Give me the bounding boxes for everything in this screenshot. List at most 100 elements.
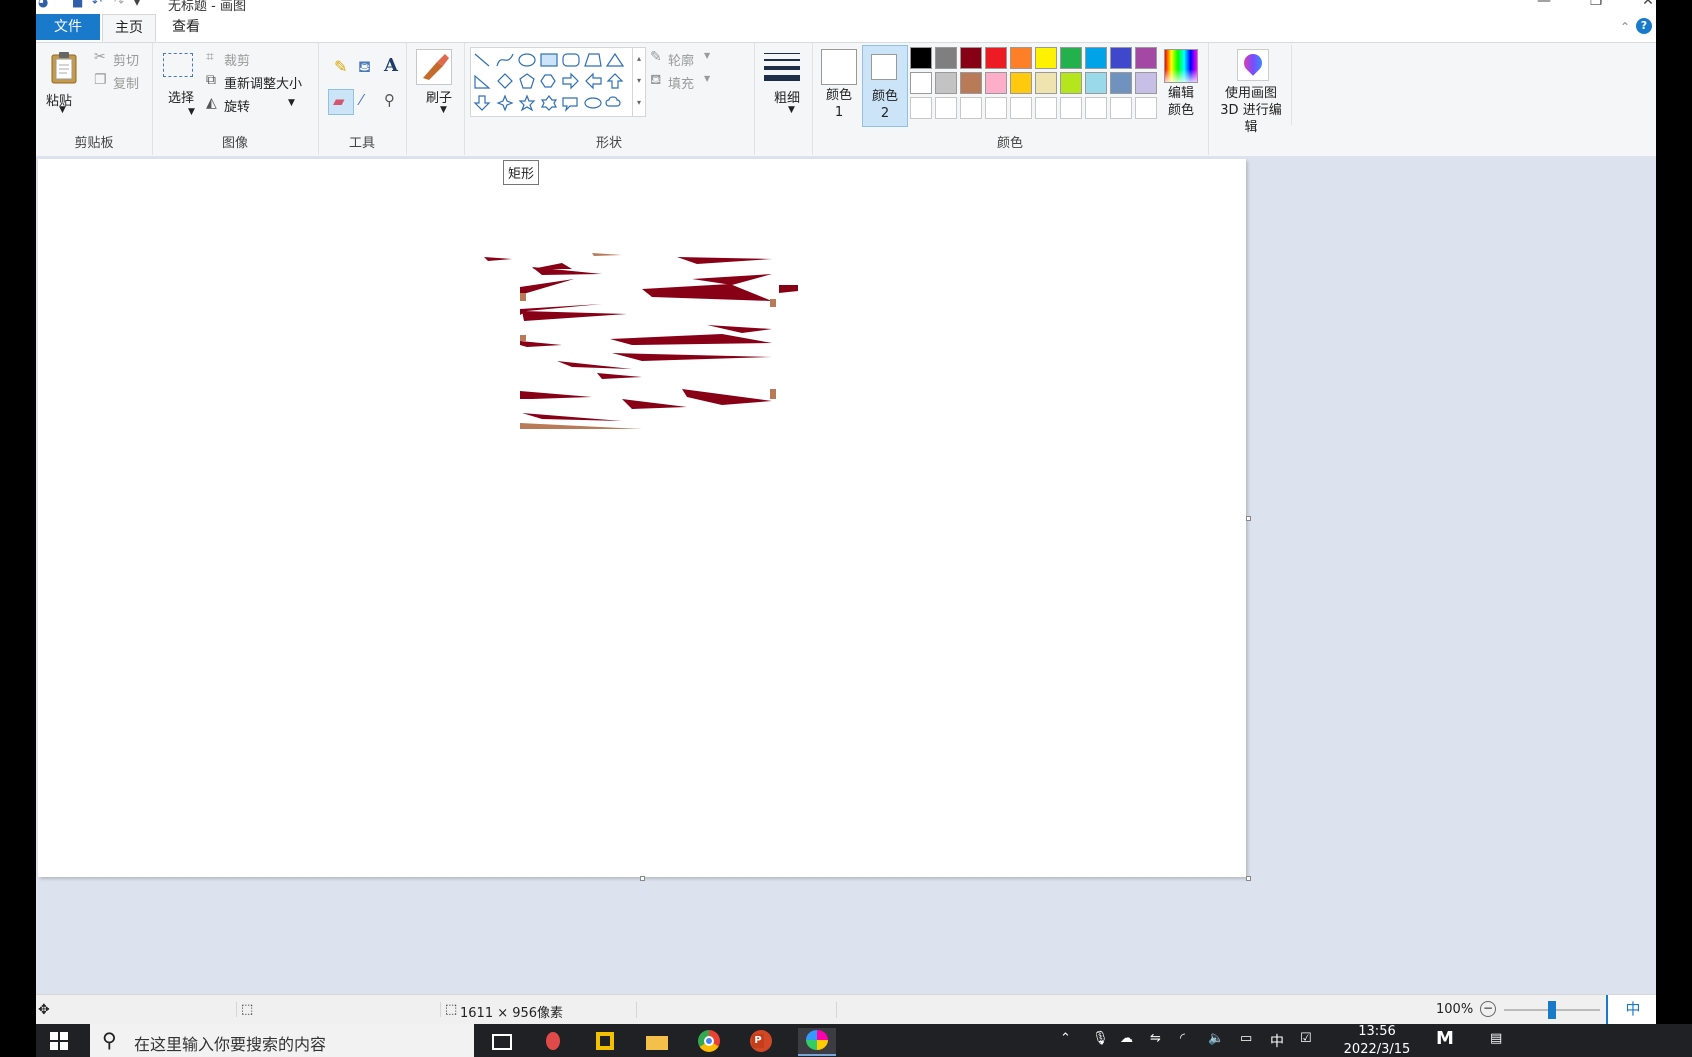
zoom-slider-thumb[interactable]: [1548, 1001, 1556, 1019]
onedrive-icon[interactable]: ☁: [1120, 1031, 1133, 1046]
resize-button[interactable]: 重新调整大小: [224, 73, 302, 92]
custom-color-slot[interactable]: [1085, 97, 1107, 119]
palette-swatch[interactable]: [1060, 72, 1082, 94]
app-logo-icon[interactable]: M: [1436, 1028, 1454, 1049]
palette-swatch[interactable]: [935, 47, 957, 69]
palette-swatch[interactable]: [1010, 47, 1032, 69]
tab-home[interactable]: 主页: [102, 14, 156, 42]
zoom-out-button[interactable]: −: [1480, 1001, 1496, 1017]
redo-icon[interactable]: ↷: [114, 0, 124, 9]
rounded-callout-shape-icon[interactable]: [562, 97, 578, 112]
tab-file[interactable]: 文件: [36, 14, 100, 40]
paint3d-button[interactable]: 使用画图 3D 进行编辑: [1208, 45, 1292, 135]
help-icon[interactable]: ?: [1636, 18, 1652, 34]
custom-color-slot[interactable]: [1060, 97, 1082, 119]
cut-button[interactable]: 剪切: [113, 50, 139, 69]
color1-button[interactable]: 颜色 1: [818, 45, 858, 125]
palette-swatch[interactable]: [1110, 47, 1132, 69]
crop-button[interactable]: 裁剪: [224, 50, 250, 69]
custom-color-slot[interactable]: [985, 97, 1007, 119]
security-icon[interactable]: ☑: [1300, 1031, 1312, 1046]
size-button[interactable]: 粗细 ▼: [762, 47, 804, 125]
six-point-star-shape-icon[interactable]: [540, 95, 558, 111]
oval-shape-icon[interactable]: [518, 53, 536, 67]
battery-icon[interactable]: ▭: [1240, 1031, 1252, 1046]
custom-color-slot[interactable]: [1035, 97, 1057, 119]
palette-swatch[interactable]: [1085, 72, 1107, 94]
close-button[interactable]: ✕: [1628, 0, 1656, 9]
brush-button[interactable]: 刷子 ▼: [414, 47, 454, 125]
taskbar-search[interactable]: ⚲ 在这里输入你要搜索的内容: [90, 1024, 474, 1057]
left-arrow-shape-icon[interactable]: [585, 72, 602, 90]
powerpoint-icon[interactable]: P: [748, 1028, 776, 1054]
resize-handle-corner[interactable]: [1246, 876, 1251, 881]
maximize-button[interactable]: ❐: [1576, 0, 1616, 9]
palette-swatch[interactable]: [910, 72, 932, 94]
fill-button[interactable]: 填充: [668, 73, 694, 92]
palette-swatch[interactable]: [1135, 47, 1157, 69]
palette-swatch[interactable]: [985, 72, 1007, 94]
five-point-star-shape-icon[interactable]: [518, 94, 536, 112]
wifi-icon[interactable]: ◜: [1180, 1031, 1185, 1046]
resize-handle-right[interactable]: [1246, 516, 1251, 521]
oval-callout-shape-icon[interactable]: [584, 97, 602, 109]
text-icon[interactable]: A: [384, 55, 398, 76]
settings-sliders-icon[interactable]: ⇋: [1150, 1031, 1161, 1046]
custom-color-slot[interactable]: [935, 97, 957, 119]
custom-color-slot[interactable]: [1135, 97, 1157, 119]
save-icon[interactable]: ■: [72, 0, 83, 9]
rotate-dropdown-icon[interactable]: ▼: [288, 98, 295, 108]
rotate-button[interactable]: 旋转: [224, 96, 250, 115]
chrome-icon[interactable]: [696, 1028, 724, 1054]
snip-tool-icon[interactable]: [540, 1028, 568, 1054]
up-arrow-shape-icon[interactable]: [606, 73, 624, 89]
outline-dropdown-icon[interactable]: ▼: [704, 51, 710, 60]
hexagon-shape-icon[interactable]: [540, 74, 556, 88]
palette-swatch[interactable]: [935, 72, 957, 94]
copy-button[interactable]: 复制: [113, 73, 139, 92]
cloud-callout-shape-icon[interactable]: [605, 96, 621, 107]
custom-color-slot[interactable]: [960, 97, 982, 119]
zoom-slider[interactable]: [1504, 1001, 1600, 1019]
paste-dropdown-icon[interactable]: ▼: [59, 105, 66, 115]
fill-dropdown-icon[interactable]: ▼: [704, 74, 710, 83]
notification-icon[interactable]: ▤: [1490, 1031, 1502, 1046]
line-shape-icon[interactable]: [474, 53, 490, 67]
eraser-button[interactable]: ▰: [328, 89, 354, 115]
volume-icon[interactable]: 🔈: [1208, 1031, 1224, 1046]
palette-swatch[interactable]: [1110, 72, 1132, 94]
shapes-scroll[interactable]: ▴ ▾ ▾: [632, 47, 646, 117]
select-button[interactable]: 选择 ▼: [160, 49, 196, 125]
right-triangle-shape-icon[interactable]: [474, 74, 491, 89]
microphone-icon[interactable]: 🎙: [1092, 1031, 1109, 1046]
four-point-star-shape-icon[interactable]: [496, 94, 514, 112]
customize-quick-access-icon[interactable]: ▾: [134, 0, 140, 9]
pentagon-shape-icon[interactable]: [519, 73, 535, 89]
palette-swatch[interactable]: [910, 47, 932, 69]
custom-color-slot[interactable]: [1110, 97, 1132, 119]
palette-swatch[interactable]: [1035, 72, 1057, 94]
palette-swatch[interactable]: [1010, 72, 1032, 94]
clock-date[interactable]: 2022/3/15: [1336, 1042, 1418, 1057]
palette-swatch[interactable]: [1035, 47, 1057, 69]
task-view-icon[interactable]: [488, 1028, 516, 1054]
right-arrow-shape-icon[interactable]: [562, 72, 579, 90]
file-explorer-icon[interactable]: [644, 1028, 672, 1054]
color-picker-icon[interactable]: ⁄: [360, 91, 363, 109]
custom-color-slot[interactable]: [1010, 97, 1032, 119]
sticky-notes-icon[interactable]: [592, 1028, 620, 1054]
size-dropdown-icon[interactable]: ▼: [788, 105, 795, 115]
palette-swatch[interactable]: [1135, 72, 1157, 94]
brush-dropdown-icon[interactable]: ▼: [440, 105, 447, 115]
resize-handle-bottom[interactable]: [640, 876, 645, 881]
ime-indicator[interactable]: 中: [1606, 995, 1656, 1024]
paste-button[interactable]: 粘贴 ▼: [46, 47, 82, 117]
rectangle-shape-icon[interactable]: [540, 53, 558, 67]
palette-swatch[interactable]: [1085, 47, 1107, 69]
palette-swatch[interactable]: [1060, 47, 1082, 69]
rounded-rectangle-shape-icon[interactable]: [562, 53, 580, 67]
tab-view[interactable]: 查看: [160, 14, 212, 40]
fill-icon[interactable]: ⛾: [358, 57, 371, 78]
color2-button[interactable]: 颜色 2: [862, 45, 908, 127]
select-dropdown-icon[interactable]: ▼: [188, 107, 195, 117]
